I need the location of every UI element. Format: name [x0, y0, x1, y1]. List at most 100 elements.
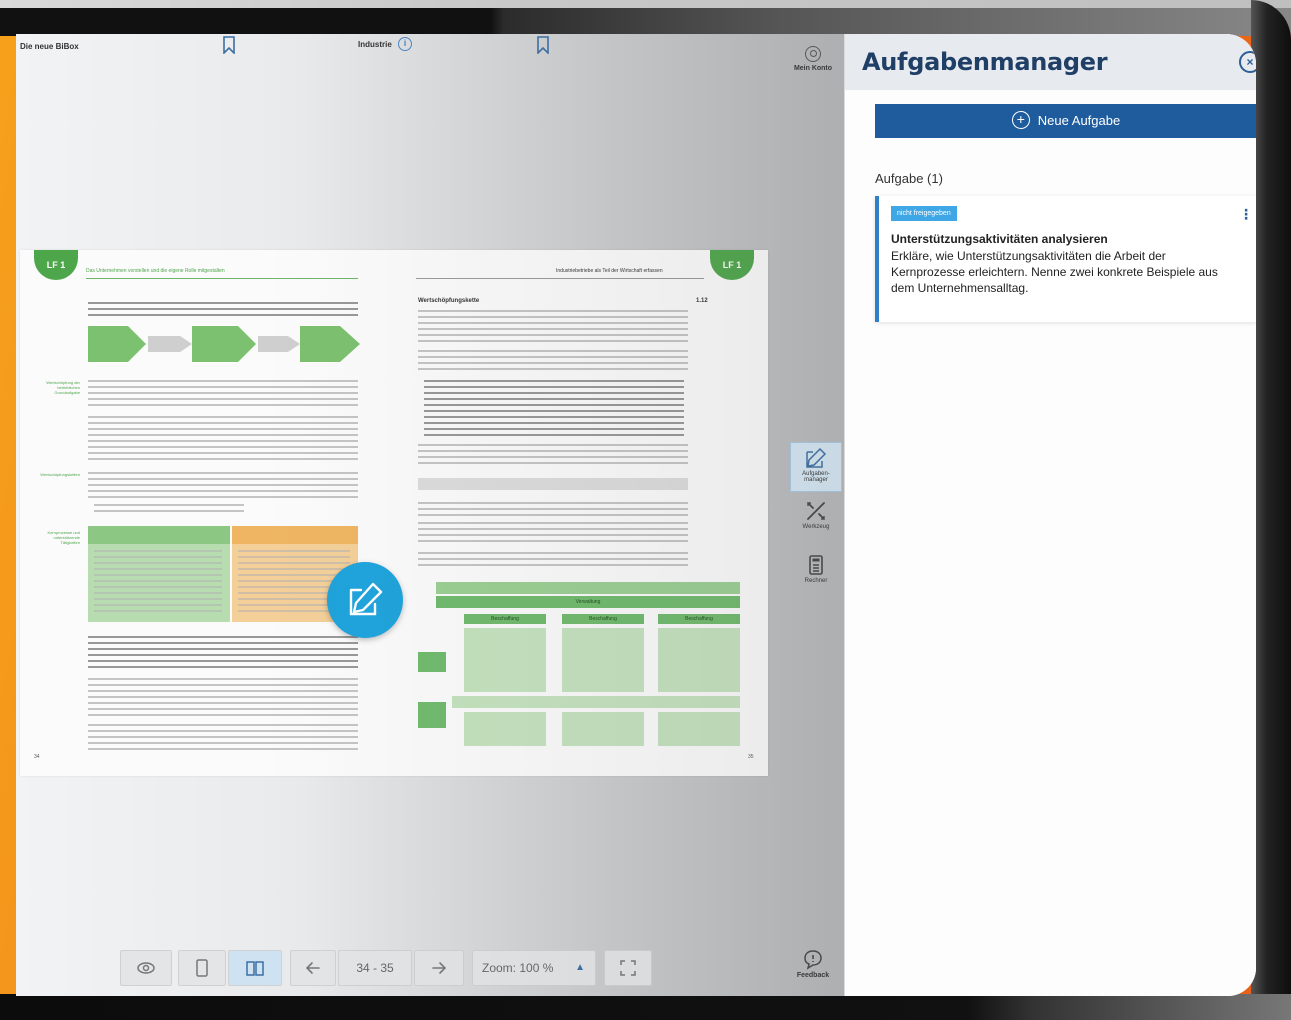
diagram-cell-4 [464, 712, 546, 746]
task-manager-panel: Aufgabenmanager × + Neue Aufgabe Aufgabe … [844, 34, 1256, 996]
bookmark-right-icon[interactable] [536, 36, 550, 55]
page-range-display[interactable]: 34 - 35 [338, 950, 412, 986]
section-number: 1.12 [696, 298, 708, 304]
caret-up-icon[interactable]: ▲ [575, 951, 585, 985]
edit-task-fab[interactable] [327, 562, 403, 638]
right-text-block-3 [418, 444, 688, 468]
close-icon[interactable]: × [1239, 51, 1256, 73]
right-text-block-4 [418, 502, 688, 516]
book-spread[interactable]: LF 1 Das Unternehmen vorstellen und die … [20, 250, 768, 776]
core-process-table [88, 526, 230, 622]
bookmark-left-icon[interactable] [222, 36, 236, 55]
left-header-rule [86, 278, 358, 279]
double-page-button[interactable] [228, 950, 282, 986]
left-text-block-5 [88, 678, 358, 718]
right-bullet-list [424, 380, 684, 436]
left-running-head: Das Unternehmen vorstellen und die eigen… [86, 268, 225, 274]
device-bezel-right [1251, 0, 1291, 1020]
edit-icon [806, 447, 827, 468]
prev-page-button[interactable] [290, 950, 336, 986]
single-page-icon [196, 959, 208, 977]
feedback-button[interactable]: Feedback [788, 948, 838, 979]
side-note-3: Kernprozesse und unterstützende Tätigkei… [47, 530, 80, 545]
status-badge: nicht freigegeben [891, 206, 957, 221]
eye-icon [137, 962, 155, 974]
lf-badge-left: LF 1 [34, 250, 78, 280]
left-text-block-2 [88, 416, 358, 464]
right-text-block-5 [418, 522, 688, 546]
info-icon[interactable]: i [398, 37, 412, 51]
single-page-button[interactable] [178, 950, 226, 986]
feedback-label: Feedback [796, 972, 830, 979]
calculator-icon [809, 555, 823, 575]
right-text-block-1 [418, 310, 688, 344]
right-heading: Wertschöpfungskette [418, 298, 480, 304]
panel-header: Aufgabenmanager × [845, 34, 1256, 90]
diagram-row-verwaltung: Verwaltung [436, 596, 740, 608]
feedback-icon [804, 950, 822, 970]
tool-label-werkzeug: Werkzeug [802, 524, 830, 530]
right-header-rule [416, 278, 704, 279]
tablet-screen: Die neue BiBox Industrie i Mein Konto LF… [16, 34, 1256, 996]
side-note-1: Wertschöpfung der betrieblichen Grundauf… [46, 380, 80, 395]
account-button[interactable]: Mein Konto [788, 46, 838, 72]
chapter-label[interactable]: Industrie [358, 40, 392, 49]
view-toggle-button[interactable] [120, 950, 172, 986]
task-title: Unterstützungsaktivitäten analysieren [891, 232, 1108, 246]
diagram-col-2: Beschaffung [562, 614, 644, 624]
right-text-block-2 [418, 350, 688, 372]
diagram-label-support [418, 702, 446, 728]
fullscreen-icon [620, 960, 636, 976]
zoom-label: Zoom: 100 % [482, 961, 554, 975]
left-text-block-6 [88, 724, 358, 754]
diagram-cell-2 [562, 628, 644, 692]
right-text-block-6 [418, 552, 688, 570]
tool-label-task-manager: Aufgaben-manager [802, 471, 830, 483]
right-running-head: Industriebetriebe als Teil der Wirtschaf… [556, 268, 663, 274]
next-page-button[interactable] [414, 950, 464, 986]
left-page: LF 1 Das Unternehmen vorstellen und die … [20, 250, 392, 776]
book-reader: Die neue BiBox Industrie i Mein Konto LF… [16, 34, 844, 996]
task-description: Erkläre, wie Unterstützungsaktivitäten d… [891, 249, 1218, 295]
diagram-cell-5 [562, 712, 644, 746]
diagram-top-bar [436, 582, 740, 594]
side-note-2: Wertschöpfungsketten [40, 472, 80, 477]
device-bezel-bottom [0, 994, 1291, 1020]
left-text-block-4 [88, 636, 358, 672]
fullscreen-button[interactable] [604, 950, 652, 986]
right-page-number: 35 [748, 754, 754, 760]
tools-icon [807, 502, 825, 520]
tool-rechner[interactable]: Rechner [790, 550, 842, 598]
diagram-col-1: Beschaffung [464, 614, 546, 624]
arrow-left-icon [305, 962, 320, 974]
new-task-button[interactable]: + Neue Aufgabe [875, 104, 1256, 138]
left-page-number: 34 [34, 754, 40, 760]
left-bullet-list [94, 504, 244, 516]
account-label: Mein Konto [793, 65, 833, 72]
left-intro-text [88, 302, 358, 316]
panel-title: Aufgabenmanager [862, 48, 1108, 76]
tool-werkzeug[interactable]: Werkzeug [790, 496, 842, 544]
task-count-label: Aufgabe (1) [875, 171, 943, 186]
new-task-label: Neue Aufgabe [1037, 113, 1121, 128]
edit-icon [349, 582, 383, 616]
diagram-col-3: Beschaffung [658, 614, 740, 624]
plus-circle-icon: + [1011, 111, 1030, 130]
arrow-right-icon [432, 962, 447, 974]
kebab-menu-icon[interactable]: ⋮ [1239, 206, 1253, 223]
process-flow-diagram [88, 326, 360, 362]
book-title[interactable]: Die neue BiBox [20, 42, 79, 51]
left-text-block-1 [88, 380, 358, 408]
left-text-block-3 [88, 472, 358, 498]
tool-task-manager[interactable]: Aufgaben-manager [790, 442, 842, 492]
device-bezel-top [0, 0, 1291, 36]
diagram-cell-1 [464, 628, 546, 692]
diagram-support-row [452, 696, 740, 708]
value-chain-strip [418, 478, 688, 490]
zoom-control[interactable]: Zoom: 100 % ▲ [472, 950, 596, 986]
tool-label-rechner: Rechner [804, 578, 828, 584]
diagram-cell-6 [658, 712, 740, 746]
user-icon [805, 46, 821, 62]
task-card[interactable]: nicht freigegeben ⋮ Unterstützungsaktivi… [875, 196, 1256, 322]
lf-badge-right: LF 1 [710, 250, 754, 280]
